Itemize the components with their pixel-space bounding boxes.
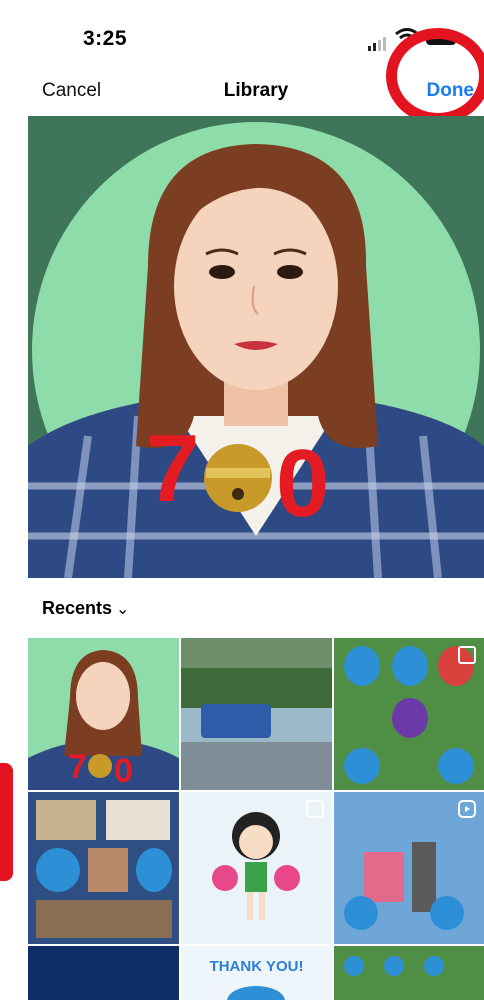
album-label: Recents [42, 598, 113, 618]
photo-fan-collage-thumbnail[interactable] [28, 792, 179, 944]
photo-lawn-figurines-thumbnail[interactable] [334, 946, 484, 1000]
status-time: 3:25 [83, 27, 128, 50]
chevron-down-icon: ⌄ [116, 601, 130, 618]
album-selector[interactable]: Recents ⌄ [42, 598, 129, 619]
photo-figurines-collage-thumbnail[interactable] [334, 638, 484, 790]
selected-photo-preview[interactable]: 7 0 [28, 116, 484, 578]
select-checkbox[interactable] [306, 800, 324, 818]
reel-icon [458, 800, 476, 818]
svg-text:7: 7 [146, 415, 199, 522]
highlight-circle-annotation [386, 28, 484, 124]
photo-thank-you-thumbnail[interactable]: THANK YOU! [181, 946, 332, 1000]
reel-figurines-thumbnail[interactable] [334, 792, 484, 944]
svg-text:0: 0 [276, 430, 329, 537]
select-checkbox[interactable] [458, 646, 476, 664]
signal-icon [368, 33, 388, 51]
instagram-library-screen: 3:25 Cancel Library Done 7 0 Recents ⌄ 7… [28, 0, 484, 1000]
portrait-illustration: 7 0 [28, 144, 484, 578]
photo-cheerleader-drawing-thumbnail[interactable] [181, 792, 332, 944]
highlight-bar-annotation [0, 763, 13, 881]
thank-you-text: THANK YOU! [209, 958, 304, 975]
portrait-thumbnail-art: 7 0 [28, 650, 179, 790]
photo-grid: 7 0 THANK YOU! [28, 638, 484, 1000]
photo-tram-thumbnail[interactable] [181, 638, 332, 790]
photo-night-sky-thumbnail[interactable] [28, 946, 179, 1000]
svg-text:0: 0 [114, 752, 133, 790]
svg-text:7: 7 [68, 748, 87, 786]
photo-portrait-thumbnail[interactable]: 7 0 [28, 638, 179, 790]
